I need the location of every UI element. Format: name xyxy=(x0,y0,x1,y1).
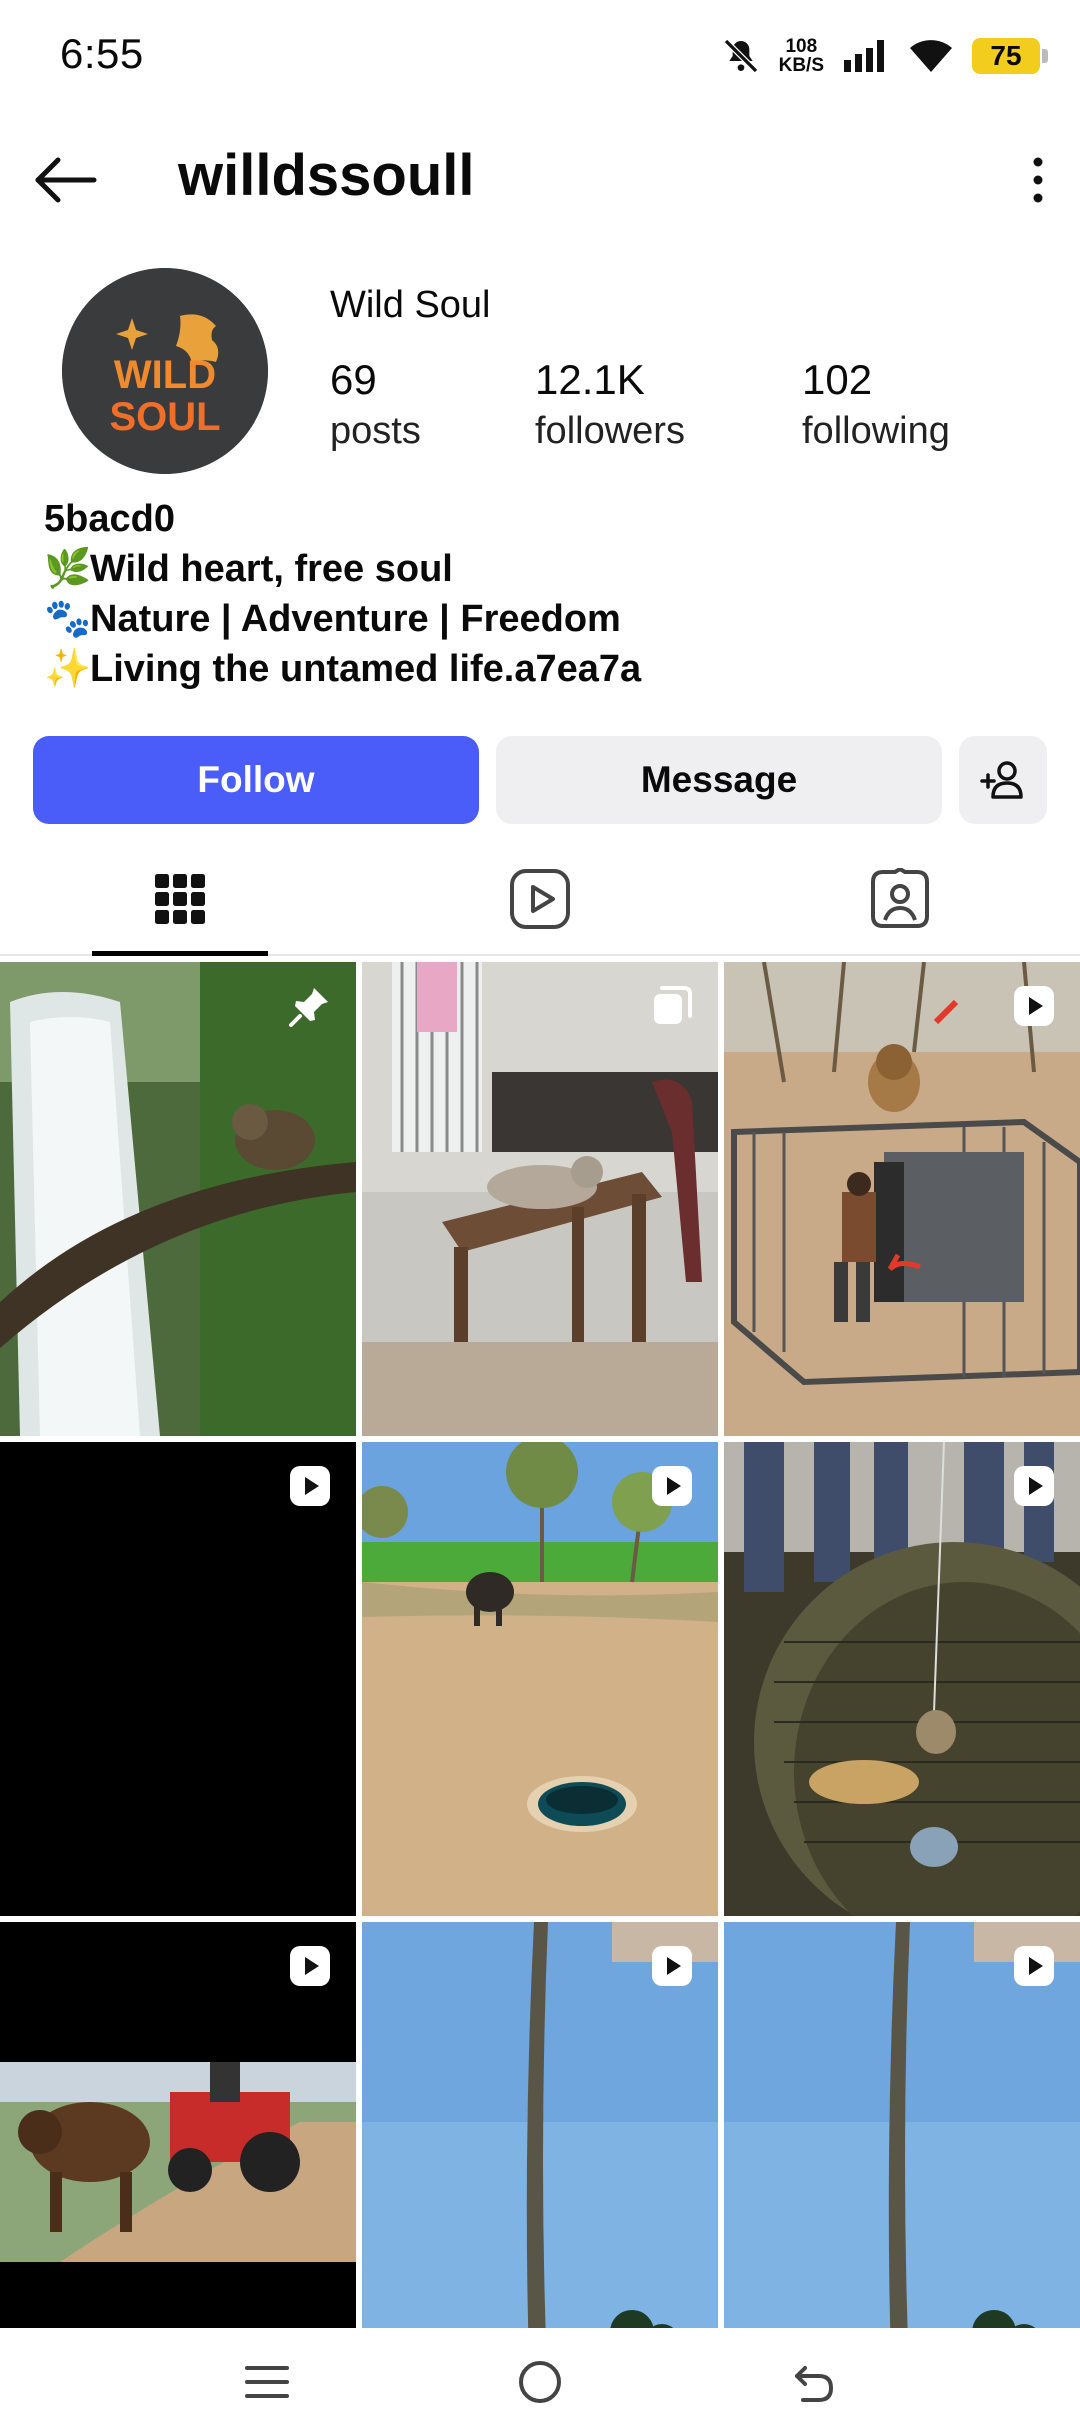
system-navigation-bar xyxy=(0,2328,1080,2436)
profile-bio: 5bacd0 🌿Wild heart, free soul 🐾Nature | … xyxy=(44,494,1044,694)
carousel-icon xyxy=(654,986,692,1024)
post-tile[interactable] xyxy=(0,1922,356,2396)
sparkles-emoji-icon: ✨ xyxy=(44,648,92,690)
grid-icon xyxy=(155,874,205,924)
profile-tabs xyxy=(0,844,1080,956)
post-thumbnail-lion-cage xyxy=(724,962,1080,1436)
mute-bell-icon xyxy=(723,38,758,74)
bio-line: 🌿Wild heart, free soul xyxy=(44,544,1044,594)
post-thumbnail-palm-tree xyxy=(362,1922,718,2396)
reel-icon xyxy=(652,1466,692,1506)
reel-icon xyxy=(652,1946,692,1986)
bio-text: 5bacd0 xyxy=(44,498,175,540)
tagged-tab[interactable] xyxy=(720,844,1080,954)
post-tile[interactable] xyxy=(724,962,1080,1436)
more-options-icon[interactable] xyxy=(1018,150,1058,210)
posts-count: 69 xyxy=(330,356,377,403)
followers-label: followers xyxy=(535,410,685,452)
logo-text-top: WILD xyxy=(114,353,216,397)
posts-grid-tab[interactable] xyxy=(0,844,360,954)
reel-icon xyxy=(1014,1946,1054,1986)
wifi-icon xyxy=(910,40,952,72)
tagged-icon xyxy=(871,868,929,928)
bio-text: Nature | Adventure | Freedom xyxy=(90,598,621,640)
status-time: 6:55 xyxy=(60,30,144,77)
post-thumbnail-cat xyxy=(362,962,718,1436)
bio-line: ✨Living the untamed life.a7ea7a xyxy=(44,644,1044,694)
post-tile[interactable] xyxy=(0,962,356,1436)
post-tile[interactable] xyxy=(362,1442,718,1916)
nav-back-button[interactable] xyxy=(783,2352,843,2412)
post-tile[interactable] xyxy=(0,1442,356,1916)
reel-icon xyxy=(290,1466,330,1506)
suggest-people-button[interactable] xyxy=(959,736,1047,824)
post-tile[interactable] xyxy=(724,1922,1080,2396)
network-speed: 108 KB/S xyxy=(779,37,824,75)
reel-icon xyxy=(1014,1466,1054,1506)
profile-avatar[interactable]: WILD SOUL xyxy=(62,268,268,474)
bio-text: Living the untamed life.a7ea7a xyxy=(90,648,642,690)
reels-tab[interactable] xyxy=(360,844,720,954)
wild-soul-logo: WILD SOUL xyxy=(62,268,268,474)
signal-icon xyxy=(844,40,884,72)
bio-line: 🐾Nature | Adventure | Freedom xyxy=(44,594,1044,644)
follow-button[interactable]: Follow xyxy=(33,736,479,824)
selected-tab-indicator xyxy=(92,951,268,956)
post-thumbnail-buffalo-hole xyxy=(362,1442,718,1916)
network-speed-unit: KB/S xyxy=(778,55,824,76)
network-speed-value: 108 xyxy=(785,36,818,57)
following-count: 102 xyxy=(802,356,873,403)
posts-label: posts xyxy=(330,410,421,452)
bio-text: Wild heart, free soul xyxy=(90,548,453,590)
profile-username: willdssoull xyxy=(178,143,475,208)
display-name: Wild Soul xyxy=(330,284,491,326)
home-circle-icon xyxy=(518,2361,561,2403)
bio-line: 5bacd0 xyxy=(44,494,1044,544)
back-arrow-icon[interactable] xyxy=(30,150,100,210)
following-label: following xyxy=(802,410,950,452)
following-stat[interactable]: 102 following xyxy=(802,356,950,453)
pin-icon xyxy=(289,988,328,1027)
battery-indicator: 75 xyxy=(972,38,1048,74)
post-tile[interactable] xyxy=(362,962,718,1436)
post-thumbnail-waterfall xyxy=(0,962,356,1436)
followers-stat[interactable]: 12.1K followers xyxy=(535,356,685,453)
post-thumbnail-bull-tractor xyxy=(0,1922,356,2396)
reels-icon xyxy=(510,869,570,929)
post-tile[interactable] xyxy=(724,1442,1080,1916)
post-thumbnail-leopard-well xyxy=(724,1442,1080,1916)
menu-icon xyxy=(244,2366,289,2398)
nav-menu-button[interactable] xyxy=(237,2352,297,2412)
posts-stat[interactable]: 69 posts xyxy=(330,356,421,453)
nav-home-button[interactable] xyxy=(510,2352,570,2412)
paw-emoji-icon: 🐾 xyxy=(44,598,92,640)
profile-header: willdssoull xyxy=(0,120,1080,240)
logo-text-bottom: SOUL xyxy=(109,395,220,439)
back-gesture-icon xyxy=(795,2366,834,2402)
reel-icon xyxy=(1014,986,1054,1026)
add-person-icon xyxy=(980,761,1023,799)
status-bar: 6:55 108 KB/S 75 xyxy=(0,0,1080,120)
reel-icon xyxy=(290,1946,330,1986)
followers-count: 12.1K xyxy=(535,356,645,403)
status-icons: 108 KB/S 75 xyxy=(721,30,1048,82)
leaf-emoji-icon: 🌿 xyxy=(44,548,92,590)
post-thumbnail-palm-tree xyxy=(724,1922,1080,2396)
message-button[interactable]: Message xyxy=(496,736,942,824)
post-tile[interactable] xyxy=(362,1922,718,2396)
